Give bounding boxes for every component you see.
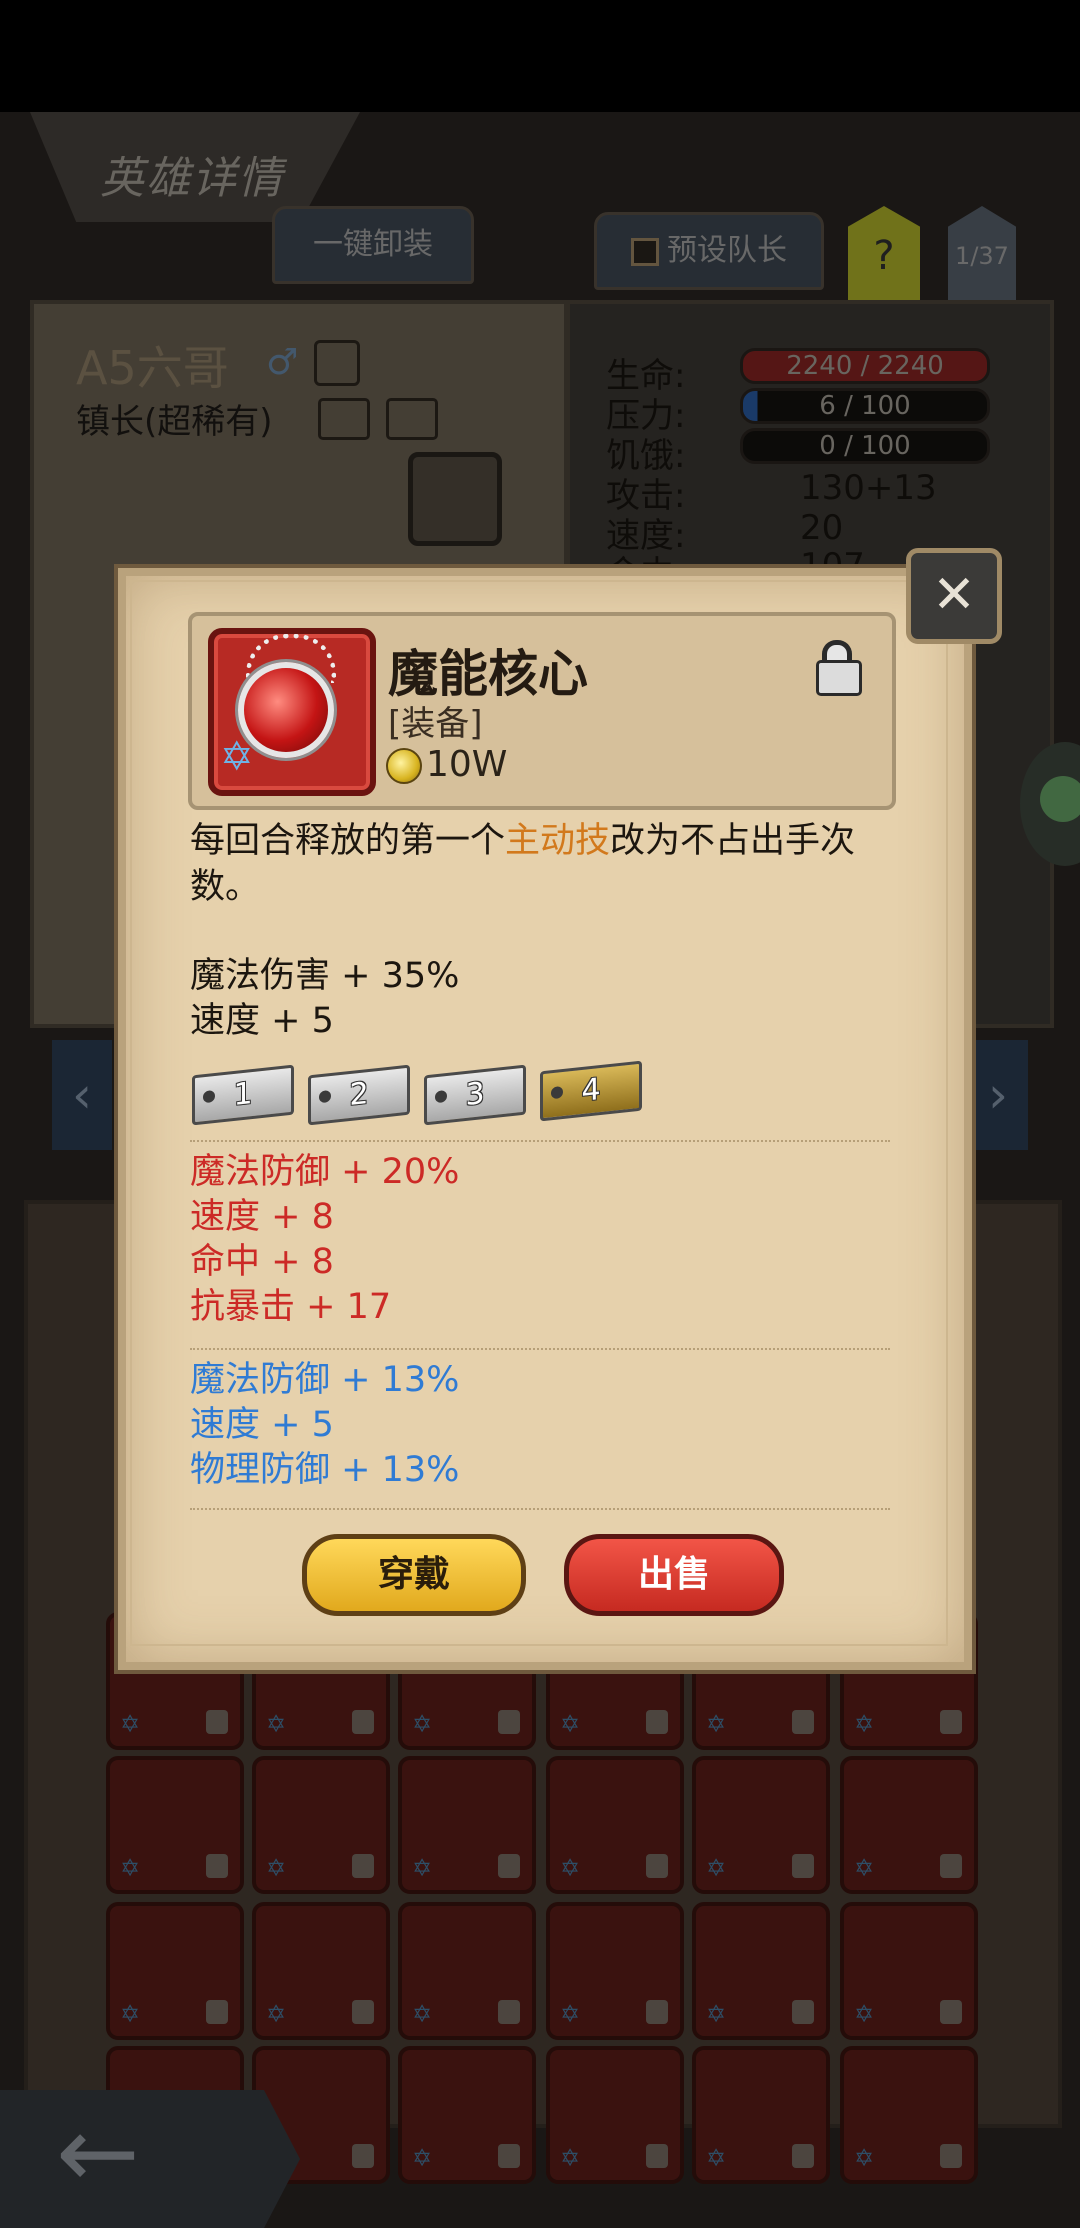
blue-stat-3: 物理防御 + 13%: [190, 1450, 460, 1490]
desc-keyword-active-skill: 主动技: [505, 821, 611, 861]
unlock-padlock-icon[interactable]: [816, 640, 862, 696]
base-stats: 魔法伤害 + 35% 速度 + 5: [190, 954, 459, 1044]
base-stat-2: 速度 + 5: [190, 1001, 334, 1041]
blue-stat-2: 速度 + 5: [190, 1405, 334, 1445]
sell-button[interactable]: 出售: [564, 1534, 784, 1616]
item-type: [装备]: [388, 704, 483, 744]
divider: [190, 1508, 890, 1510]
red-affix-stats: 魔法防御 + 20% 速度 + 8 命中 + 8 抗暴击 + 17: [190, 1150, 459, 1330]
desc-prefix: 每回合释放的第一个: [190, 821, 506, 861]
close-button[interactable]: ✕: [906, 548, 1002, 644]
red-stat-2: 速度 + 8: [190, 1197, 334, 1237]
red-stat-4: 抗暴击 + 17: [190, 1287, 392, 1327]
item-price: 10W: [426, 744, 508, 785]
base-stat-1: 魔法伤害 + 35%: [190, 956, 460, 996]
divider: [190, 1348, 890, 1350]
blue-affix-stats: 魔法防御 + 13% 速度 + 5 物理防御 + 13%: [190, 1358, 459, 1493]
divider: [190, 1140, 890, 1142]
wear-button[interactable]: 穿戴: [302, 1534, 526, 1616]
star-rank-icon: ✡: [220, 734, 254, 780]
red-stat-3: 命中 + 8: [190, 1242, 334, 1282]
coin-icon: [386, 748, 422, 784]
item-description: 每回合释放的第一个主动技改为不占出手次数。: [190, 818, 910, 910]
red-stat-1: 魔法防御 + 20%: [190, 1152, 460, 1192]
blue-stat-1: 魔法防御 + 13%: [190, 1360, 460, 1400]
